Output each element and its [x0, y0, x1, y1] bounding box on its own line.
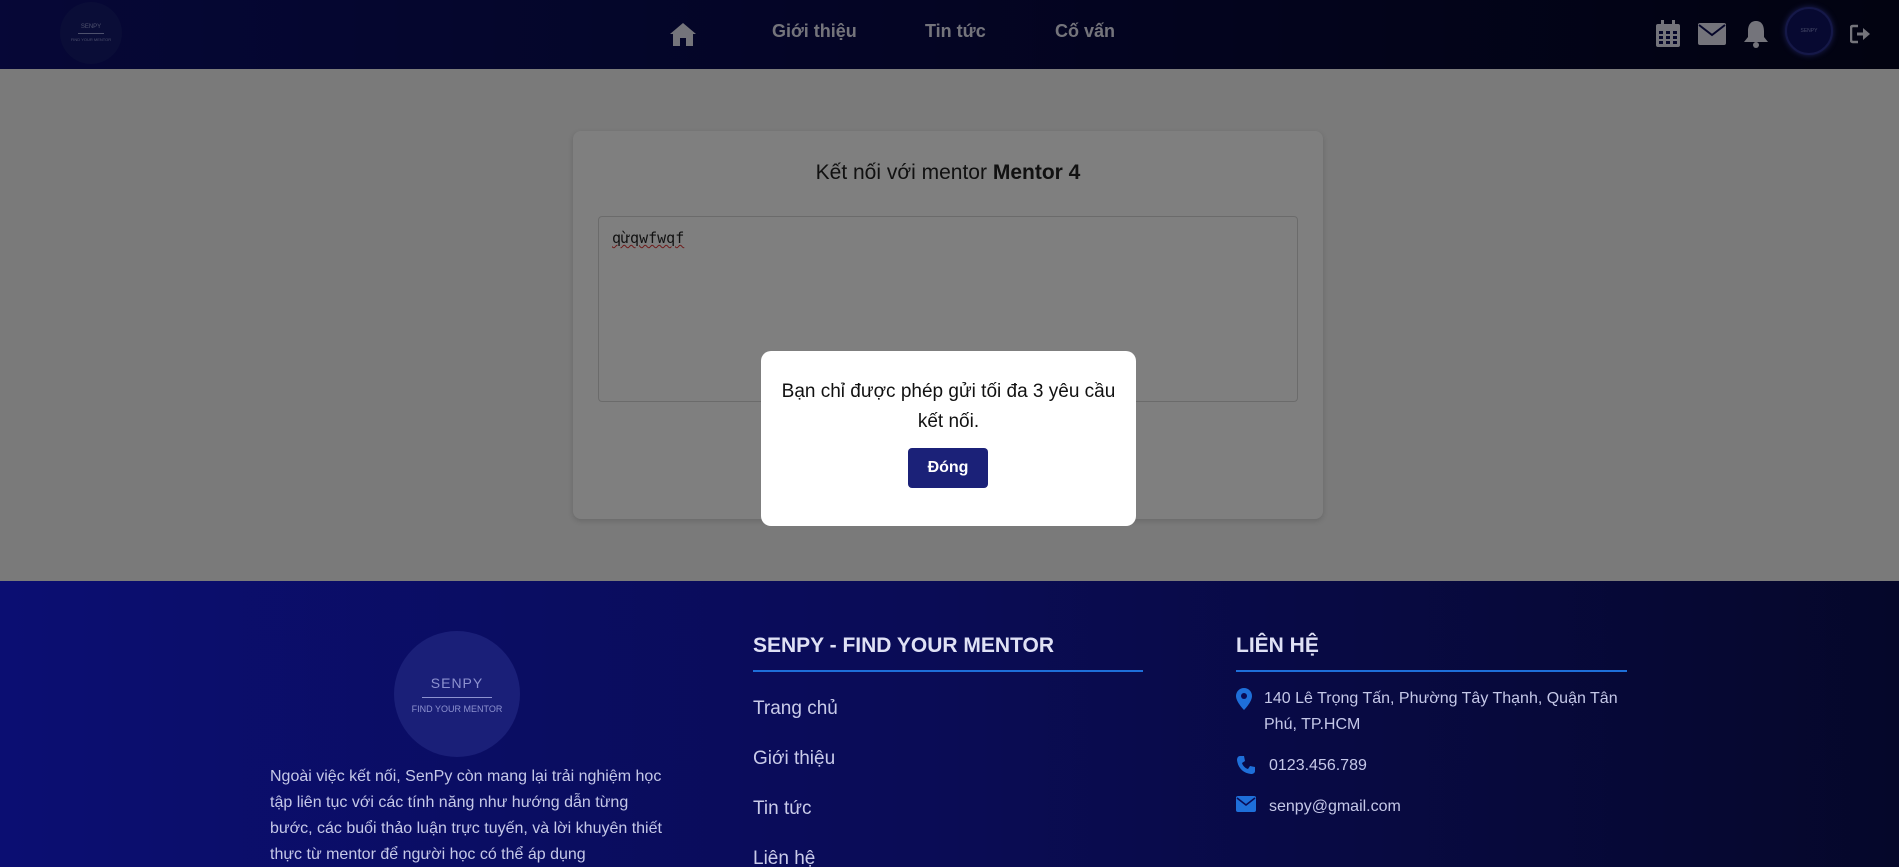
alert-message: Bạn chỉ được phép gửi tối đa 3 yêu cầu k…	[781, 381, 1116, 432]
site-footer: SENPY FIND YOUR MENTOR Ngoài việc kết nố…	[0, 581, 1899, 867]
close-button[interactable]: Đóng	[908, 448, 988, 488]
footer-divider	[753, 670, 1143, 672]
email-text[interactable]: senpy@gmail.com	[1269, 794, 1649, 820]
footer-logo: SENPY FIND YOUR MENTOR	[394, 631, 520, 757]
footer-logo-divider	[422, 696, 492, 698]
footer-link-lien-he[interactable]: Liên hệ	[753, 848, 815, 867]
phone-text[interactable]: 0123.456.789	[1269, 753, 1649, 779]
footer-logo-subtext: FIND YOUR MENTOR	[411, 703, 503, 714]
phone-icon	[1237, 756, 1255, 774]
footer-link-trang-chu[interactable]: Trang chủ	[753, 698, 838, 720]
footer-description: Ngoài việc kết nối, SenPy còn mang lại t…	[270, 768, 662, 863]
footer-link-tin-tuc[interactable]: Tin tức	[753, 798, 811, 820]
footer-col-title-lien-he: LIÊN HỆ	[1236, 634, 1319, 657]
footer-logo-text: SENPY	[430, 674, 484, 691]
footer-divider	[1236, 670, 1627, 672]
limit-alert-dialog: Bạn chỉ được phép gửi tối đa 3 yêu cầu k…	[761, 351, 1136, 526]
footer-link-gioi-thieu[interactable]: Giới thiệu	[753, 748, 835, 770]
map-pin-icon	[1236, 688, 1252, 710]
footer-col-title-senpy: SENPY - FIND YOUR MENTOR	[753, 634, 1055, 657]
mail-icon	[1236, 796, 1256, 812]
address-text: 140 Lê Trọng Tấn, Phường Tây Thạnh, Quận…	[1264, 690, 1618, 733]
